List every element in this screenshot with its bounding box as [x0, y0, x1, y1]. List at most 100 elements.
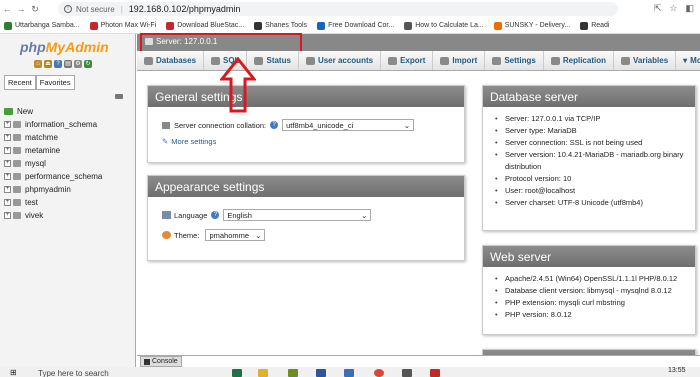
- browser-actions: ⇱ ☆ ◧: [654, 3, 694, 14]
- database-icon: [13, 134, 21, 141]
- docs-icon[interactable]: ▤: [64, 60, 72, 68]
- variables-icon: [621, 56, 630, 65]
- database-icon: [13, 212, 21, 219]
- back-icon[interactable]: ←: [0, 4, 14, 14]
- word-icon[interactable]: [316, 369, 326, 377]
- panel-title: General settings: [148, 86, 464, 107]
- windows-start-icon[interactable]: ⊞: [10, 368, 17, 377]
- menu-databases[interactable]: Databases: [137, 51, 205, 70]
- expand-icon[interactable]: +: [4, 173, 11, 180]
- menu-variables[interactable]: Variables: [614, 51, 677, 70]
- database-icon: [13, 147, 21, 154]
- theme-select[interactable]: pmahomme ⌄: [205, 229, 266, 241]
- share-icon[interactable]: ⇱: [654, 3, 662, 14]
- console-toggle[interactable]: Console: [140, 356, 182, 367]
- panel-title: Appearance settings: [148, 176, 464, 197]
- expand-icon[interactable]: +: [4, 186, 11, 193]
- list-item: PHP extension: mysqli curl mbstring: [495, 297, 685, 309]
- app-icon[interactable]: [402, 369, 412, 377]
- chrome-icon[interactable]: [374, 369, 384, 377]
- database-item[interactable]: + performance_schema: [4, 170, 102, 183]
- logout-icon[interactable]: ⏏: [44, 60, 52, 68]
- address-bar[interactable]: ! Not secure | 192.168.0.102/phpmyadmin: [58, 2, 618, 16]
- bookmark-item[interactable]: Free Download Cor...: [317, 21, 394, 30]
- bookmark-item[interactable]: Download BlueStac...: [166, 21, 244, 30]
- database-item[interactable]: + information_schema: [4, 118, 102, 131]
- settings-gear-icon[interactable]: ⚙: [74, 60, 82, 68]
- menu-more[interactable]: ▾More: [676, 51, 700, 70]
- nav-quick-icons: ⌂ ⏏ ? ▤ ⚙ ↻: [34, 60, 92, 68]
- panel-title: Database server: [483, 86, 695, 107]
- database-tree: New + information_schema + matchme + metami…: [4, 105, 102, 222]
- database-item[interactable]: + metamine: [4, 144, 102, 157]
- reload-nav-icon[interactable]: ↻: [84, 60, 92, 68]
- replication-icon: [550, 56, 560, 65]
- tab-favorites[interactable]: Favorites: [35, 75, 75, 90]
- help-icon[interactable]: ?: [211, 211, 220, 219]
- menu-replication[interactable]: Replication: [544, 51, 614, 70]
- database-icon: [13, 160, 21, 167]
- database-icon: [13, 186, 21, 193]
- forward-icon[interactable]: →: [14, 4, 28, 14]
- database-item[interactable]: + matchme: [4, 131, 102, 144]
- bookmark-favicon-icon: [166, 21, 175, 30]
- bookmark-favicon-icon: [404, 21, 413, 30]
- bookmark-favicon-icon: [4, 21, 12, 30]
- folder-icon[interactable]: [258, 369, 268, 377]
- menu-import[interactable]: Import: [433, 51, 486, 70]
- menu-export[interactable]: Export: [381, 51, 434, 70]
- list-item: User: root@localhost: [495, 185, 685, 197]
- expand-icon[interactable]: +: [4, 134, 11, 141]
- expand-icon[interactable]: +: [4, 147, 11, 154]
- import-icon: [440, 56, 450, 65]
- database-server-panel: Database server Server: 127.0.0.1 via TC…: [482, 85, 696, 231]
- query-window-icon[interactable]: ?: [54, 60, 62, 68]
- new-database-item[interactable]: New: [4, 105, 102, 118]
- bookmark-item[interactable]: SUNSKY - Delivery...: [493, 21, 570, 30]
- menu-settings[interactable]: Settings: [485, 51, 544, 70]
- taskbar-search[interactable]: Type here to search: [38, 369, 109, 377]
- database-item[interactable]: + phpmyadmin: [4, 183, 102, 196]
- database-item[interactable]: + vivek: [4, 209, 102, 222]
- bookmark-item[interactable]: How to Calculate La...: [404, 21, 484, 30]
- more-settings-link[interactable]: More settings: [171, 137, 216, 146]
- database-item[interactable]: + mysql: [4, 157, 102, 170]
- expand-icon[interactable]: +: [4, 212, 11, 219]
- bookmark-star-icon[interactable]: ☆: [669, 3, 677, 14]
- app-icon[interactable]: [430, 369, 440, 377]
- navigation-panel: phpMyAdmin ⌂ ⏏ ? ▤ ⚙ ↻ Recent Favorites …: [0, 34, 136, 367]
- url-text[interactable]: 192.168.0.102/phpmyadmin: [129, 4, 241, 14]
- export-icon: [388, 56, 398, 65]
- menu-user-accounts[interactable]: User accounts: [299, 51, 382, 70]
- bookmark-item[interactable]: Photon Max Wi-Fi: [89, 21, 156, 30]
- expand-icon[interactable]: +: [4, 160, 11, 167]
- bookmark-item[interactable]: Shanes Tools: [254, 21, 307, 30]
- database-icon: [13, 121, 21, 128]
- app-icon[interactable]: [288, 369, 298, 377]
- chevron-down-icon: ▾: [683, 56, 688, 65]
- excel-icon[interactable]: [232, 369, 242, 377]
- chevron-down-icon: ⌄: [255, 230, 262, 240]
- database-item[interactable]: + test: [4, 196, 102, 209]
- bookmark-favicon-icon: [254, 21, 263, 30]
- bookmark-item[interactable]: Uttarbanga Samba...: [4, 21, 80, 30]
- expand-icon[interactable]: +: [4, 199, 11, 206]
- highlight-box-annotation: [140, 33, 302, 53]
- language-select[interactable]: English ⌄: [223, 209, 372, 221]
- home-icon[interactable]: ⌂: [34, 60, 42, 68]
- collation-select[interactable]: utf8mb4_unicode_ci ⌄: [282, 119, 415, 131]
- help-icon[interactable]: ?: [270, 121, 279, 129]
- extension-icon[interactable]: ◧: [685, 3, 694, 14]
- nav-tabs: Recent Favorites: [4, 75, 75, 90]
- tab-recent[interactable]: Recent: [4, 75, 36, 90]
- bookmark-item[interactable]: Readi: [580, 21, 609, 30]
- app-icon[interactable]: [344, 369, 354, 377]
- collapse-all-icon[interactable]: [115, 94, 123, 99]
- reload-icon[interactable]: ↻: [28, 4, 42, 15]
- list-item: Protocol version: 10: [495, 173, 685, 185]
- expand-icon[interactable]: +: [4, 121, 11, 128]
- panel-title: Web server: [483, 246, 695, 267]
- language-row: Language ? English ⌄: [162, 209, 464, 221]
- info-icon[interactable]: !: [64, 5, 72, 13]
- phpmyadmin-logo[interactable]: phpMyAdmin: [20, 39, 109, 55]
